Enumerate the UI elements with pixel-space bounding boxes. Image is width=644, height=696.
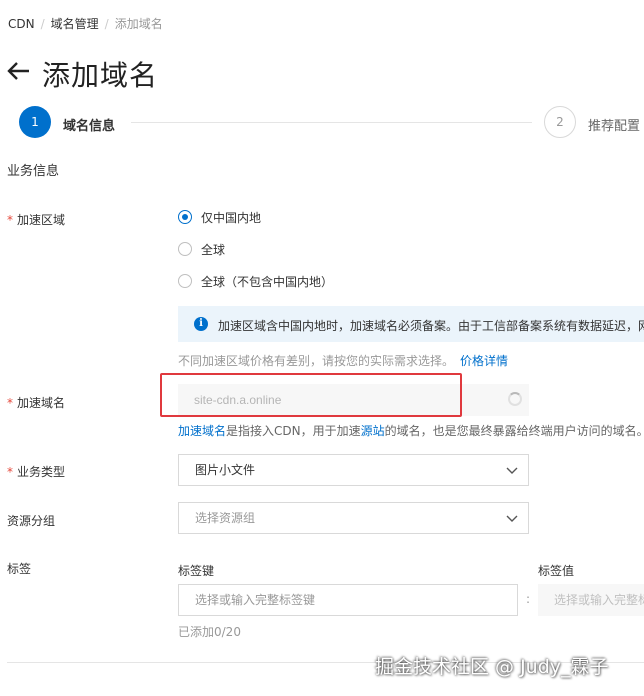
region-info-banner: i 加速区域含中国内地时，加速域名必须备案。由于工信部备案系统有数据延迟，网 (178, 306, 644, 342)
arrow-left-icon[interactable] (6, 58, 32, 84)
domain-help-mid: 是指接入CDN，用于加速 (226, 424, 361, 438)
loading-spinner-icon (508, 392, 522, 406)
add-domain-page: CDN / 域名管理 / 添加域名 添加域名 1 域名信息 2 推荐配置 业务信息 * 加… (0, 0, 644, 696)
region-option-label: 全球（不包含中国内地） (201, 274, 334, 289)
tag-value-input[interactable]: 选择或输入完整标签值 (538, 584, 644, 616)
breadcrumb-item-cdn[interactable]: CDN (8, 17, 35, 31)
breadcrumb-item-current: 添加域名 (114, 17, 163, 31)
radio-unchecked-icon[interactable] (178, 242, 192, 256)
radio-unchecked-icon[interactable] (178, 274, 192, 288)
region-option-global[interactable]: 全球 (178, 241, 225, 257)
chevron-down-icon (506, 515, 518, 522)
tag-value-label: 标签值 (538, 564, 575, 578)
required-mark: * (7, 465, 13, 479)
step-2-label: 推荐配置 (588, 119, 641, 134)
domain-label: * 加速域名 (7, 394, 65, 411)
region-option-mainland[interactable]: 仅中国内地 (178, 209, 261, 225)
info-icon: i (194, 317, 208, 331)
domain-label-text: 加速域名 (17, 396, 66, 410)
breadcrumb: CDN / 域名管理 / 添加域名 (8, 15, 163, 32)
region-label-text: 加速区域 (17, 213, 66, 227)
tag-key-label: 标签键 (178, 564, 215, 578)
resource-group-select[interactable]: 选择资源组 (178, 502, 529, 534)
business-type-value: 图片小文件 (195, 463, 256, 477)
step-2-indicator: 2 (544, 106, 576, 138)
business-type-select[interactable]: 图片小文件 (178, 454, 529, 486)
radio-checked-icon[interactable] (178, 210, 192, 224)
price-details-link[interactable]: 价格详情 (460, 354, 508, 368)
domain-help-link[interactable]: 加速域名 (178, 424, 226, 438)
price-note-text: 不同加速区域价格有差别，请按您的实际需求选择。 (178, 354, 455, 368)
region-label: * 加速区域 (7, 211, 65, 228)
page-title: 添加域名 (42, 59, 159, 92)
business-type-label-text: 业务类型 (17, 465, 66, 479)
origin-help-link[interactable]: 源站 (361, 424, 385, 438)
tags-label: 标签 (7, 562, 32, 576)
step-1-label: 域名信息 (63, 119, 116, 134)
breadcrumb-item-domain-management[interactable]: 域名管理 (51, 17, 99, 31)
watermark: 掘金技术社区 @ Judy_霖子 (375, 656, 609, 678)
step-1-indicator: 1 (19, 106, 51, 138)
tag-separator: : (526, 592, 531, 606)
resource-group-placeholder: 选择资源组 (195, 511, 256, 525)
tag-count: 已添加0/20 (178, 625, 241, 639)
price-note: 不同加速区域价格有差别，请按您的实际需求选择。 价格详情 (178, 352, 508, 369)
region-info-text: 加速区域含中国内地时，加速域名必须备案。由于工信部备案系统有数据延迟，网 (218, 319, 644, 333)
breadcrumb-separator: / (104, 17, 109, 31)
required-mark: * (7, 396, 13, 410)
chevron-down-icon (506, 467, 518, 474)
domain-help-rest: 的域名，也是您最终暴露给终端用户访问的域名。 (384, 424, 644, 438)
tag-key-input[interactable]: 选择或输入完整标签键 (178, 584, 518, 616)
business-type-label: * 业务类型 (7, 463, 65, 480)
region-option-label: 仅中国内地 (201, 210, 262, 225)
resource-group-label: 资源分组 (7, 514, 56, 528)
required-mark: * (7, 213, 13, 227)
highlight-annotation-box (160, 373, 462, 417)
section-title: 业务信息 (7, 164, 60, 179)
breadcrumb-separator: / (40, 17, 45, 31)
region-option-label: 全球 (201, 242, 226, 257)
step-connector (131, 122, 532, 123)
region-option-global-excl-mainland[interactable]: 全球（不包含中国内地） (178, 273, 333, 289)
domain-help-text: 加速域名是指接入CDN，用于加速源站的域名，也是您最终暴露给终端用户访问的域名。 (178, 422, 644, 439)
